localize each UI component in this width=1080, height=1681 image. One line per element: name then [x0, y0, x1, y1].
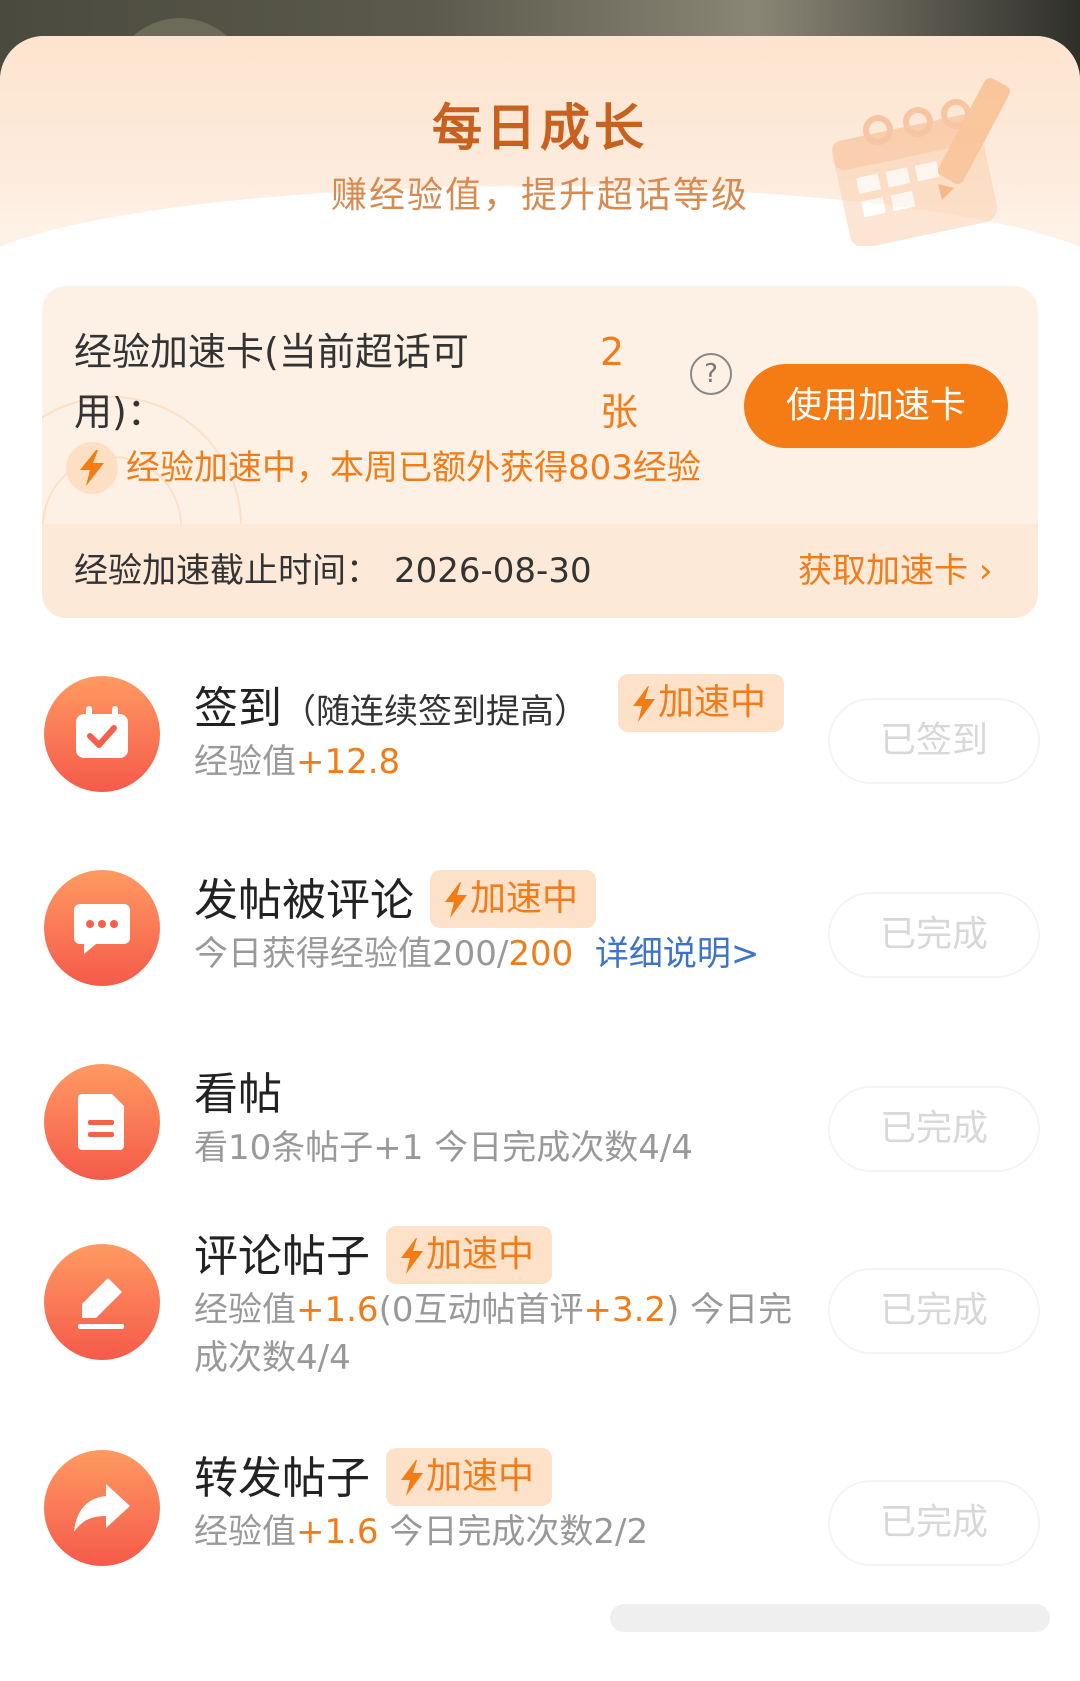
details-link[interactable]: 详细说明> — [595, 934, 760, 974]
boost-card-label: 经验加速卡(当前超话可 用)： — [74, 330, 469, 434]
boost-deadline-bar: 经验加速截止时间： 2026-08-30 获取加速卡 › — [42, 524, 1038, 618]
bottom-home-indicator — [610, 1604, 1050, 1632]
use-boost-card-button[interactable]: 使用加速卡 — [744, 364, 1008, 448]
chat-bubble-icon — [44, 870, 160, 986]
boosting-badge: 加速中 — [430, 870, 597, 928]
bolt-icon — [445, 882, 467, 918]
boosting-badge: 加速中 — [386, 1448, 553, 1506]
document-icon — [44, 1064, 160, 1180]
completed-button[interactable]: 已完成 — [828, 1480, 1040, 1566]
completed-button[interactable]: 已完成 — [828, 892, 1040, 978]
task-post-commented: 发帖被评论 加速中 今日获得经验值200/200 详细说明> 已完成 — [0, 830, 1080, 986]
task-checkin: 签到（随连续签到提高） 加速中 经验值+12.8 已签到 — [0, 636, 1080, 792]
chevron-right-icon: › — [978, 551, 993, 591]
task-desc: 经验值+12.8 — [194, 742, 401, 782]
boost-status-text: 经验加速中，本周已额外获得803经验 — [126, 448, 701, 488]
get-boost-card-link[interactable]: 获取加速卡 › — [798, 546, 992, 596]
boost-card-count: 2 张 — [600, 330, 639, 434]
task-desc: 经验值+1.6(0互动帖首评+3.2) 今日完 成次数4/4 — [194, 1290, 793, 1378]
task-title: 发帖被评论 — [194, 875, 414, 926]
hero-banner: 每日成长 赚经验值，提升超话等级 — [0, 36, 1080, 346]
daily-growth-sheet: 每日成长 赚经验值，提升超话等级 经验加速卡(当前超话可 用)： 2 张 ? 使… — [0, 36, 1080, 1681]
bolt-icon — [401, 1460, 423, 1496]
task-desc: 今日获得经验值200/200 详细说明> — [194, 934, 760, 974]
deadline-date: 2026-08-30 — [394, 551, 592, 591]
share-arrow-icon — [44, 1450, 160, 1566]
calendar-check-icon — [44, 676, 160, 792]
boosting-badge: 加速中 — [386, 1226, 553, 1284]
task-title: 评论帖子 — [194, 1231, 370, 1282]
task-title: 签到（随连续签到提高） — [194, 683, 588, 734]
bolt-icon — [401, 1238, 423, 1274]
boost-card-panel: 经验加速卡(当前超话可 用)： 2 张 ? 使用加速卡 经验加速中，本周已额外获… — [42, 286, 1038, 618]
checked-in-button[interactable]: 已签到 — [828, 698, 1040, 784]
bolt-icon — [633, 686, 655, 722]
completed-button[interactable]: 已完成 — [828, 1268, 1040, 1354]
calendar-pencil-illustration — [832, 77, 1011, 246]
bolt-icon — [66, 442, 118, 494]
task-comment-posts: 评论帖子 加速中 经验值+1.6(0互动帖首评+3.2) 今日完 成次数4/4 … — [0, 1196, 1080, 1386]
deadline-label: 经验加速截止时间： — [74, 551, 380, 591]
pencil-icon — [44, 1244, 160, 1360]
task-desc: 看10条帖子+1 今日完成次数4/4 — [194, 1128, 693, 1168]
task-repost-posts: 转发帖子 加速中 经验值+1.6 今日完成次数2/2 已完成 — [0, 1412, 1080, 1566]
task-title: 转发帖子 — [194, 1453, 370, 1504]
task-view-posts: 看帖 看10条帖子+1 今日完成次数4/4 已完成 — [0, 1024, 1080, 1180]
task-title: 看帖 — [194, 1069, 282, 1120]
help-icon[interactable]: ? — [690, 353, 732, 395]
boosting-badge: 加速中 — [618, 674, 785, 732]
task-desc: 经验值+1.6 今日完成次数2/2 — [194, 1512, 649, 1552]
completed-button[interactable]: 已完成 — [828, 1086, 1040, 1172]
